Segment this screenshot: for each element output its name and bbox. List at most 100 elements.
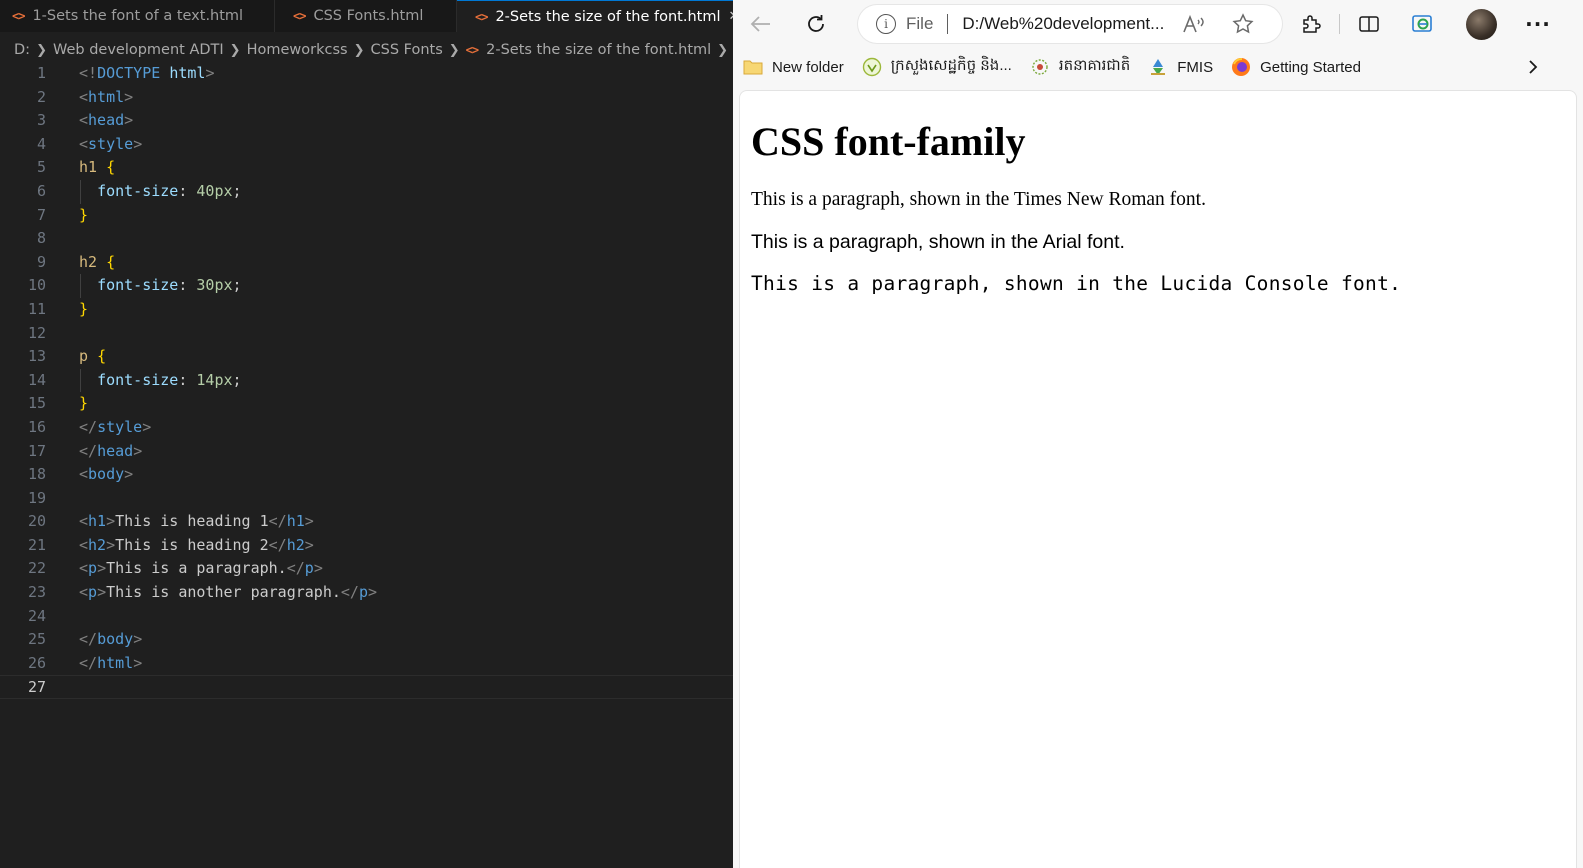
favorite-new-folder[interactable]: New folder — [743, 57, 844, 77]
code-token: ; — [232, 276, 242, 295]
address-url[interactable]: D:/Web%20development... — [962, 14, 1164, 34]
more-menu-button[interactable]: ··· — [1523, 10, 1553, 38]
breadcrumb-item[interactable]: Homeworkcss — [247, 42, 348, 58]
code-token: > — [368, 583, 378, 602]
code-line[interactable]: 17 </head> — [0, 440, 733, 464]
code-area[interactable]: 1 <!DOCTYPE html> 2 <html> 3 <head> 4 <style> 5 h… — [0, 62, 733, 700]
favorite-label: រតនាគារជាតិ — [1058, 57, 1131, 74]
code-token: } — [79, 394, 89, 413]
favorite-ministry[interactable]: ក្រសួងសេដ្ឋកិច្ច និង... — [862, 56, 1012, 78]
code-token: <! — [79, 64, 98, 82]
tab-sets-font-of-text[interactable]: <> 1-Sets the font of a text.html — [0, 0, 275, 32]
address-bar[interactable]: i File D:/Web%20development... — [858, 5, 1282, 43]
toolbar-divider — [1339, 14, 1340, 34]
code-line[interactable]: 8 — [0, 227, 733, 251]
code-line[interactable]: 10 font-size: 30px; — [0, 274, 733, 298]
code-text: h1 { — [79, 156, 115, 180]
favorite-treasury[interactable]: រតនាគារជាតិ — [1030, 56, 1130, 78]
code-token: { — [106, 252, 116, 271]
extensions-button[interactable] — [1296, 10, 1326, 38]
tab-sets-size-of-font[interactable]: <> 2-Sets the size of the font.html ✕ — [457, 0, 733, 32]
code-line[interactable]: 14 font-size: 14px; — [0, 368, 733, 393]
page-heading: CSS font-family — [751, 119, 1026, 164]
code-line[interactable]: 27 — [0, 675, 733, 700]
code-line[interactable]: 26 </html> — [0, 652, 733, 676]
fmis-logo-icon — [1148, 57, 1168, 77]
info-icon[interactable]: i — [876, 14, 896, 34]
split-screen-button[interactable] — [1354, 10, 1384, 38]
address-divider — [947, 14, 949, 34]
code-line[interactable]: 25 </body> — [0, 628, 733, 652]
code-token: : — [178, 181, 197, 200]
code-token: } — [79, 205, 89, 224]
code-line[interactable]: 18 <body> — [0, 463, 733, 487]
breadcrumb-item[interactable]: 2-Sets the size of the font.html — [486, 42, 711, 58]
favorite-button[interactable] — [1228, 10, 1258, 38]
code-text: } — [79, 204, 88, 228]
code-token: </ — [79, 653, 98, 672]
code-line[interactable]: 4 <style> — [0, 133, 733, 157]
refresh-button[interactable] — [801, 10, 831, 38]
favorites-overflow-button[interactable] — [1523, 57, 1543, 77]
code-text: } — [79, 392, 88, 416]
line-number: 3 — [36, 111, 46, 130]
code-token: </ — [340, 583, 359, 602]
code-token: > — [205, 64, 215, 82]
code-token: p — [79, 347, 89, 366]
code-token: > — [133, 441, 143, 460]
code-token: > — [124, 111, 134, 130]
code-token: { — [97, 347, 107, 366]
code-line[interactable]: 2 <html> — [0, 86, 733, 110]
code-token: This is heading 2 — [115, 535, 269, 554]
ellipsis-icon: ··· — [1525, 12, 1551, 36]
code-token: < — [79, 111, 89, 130]
code-line[interactable]: 24 — [0, 605, 733, 629]
code-text: h2 { — [79, 251, 115, 275]
code-line[interactable]: 3 <head> — [0, 109, 733, 133]
code-line[interactable]: 9 h2 { — [0, 251, 733, 275]
code-line[interactable]: 6 font-size: 40px; — [0, 179, 733, 204]
line-number: 16 — [27, 417, 46, 436]
collections-button[interactable] — [1408, 10, 1438, 38]
back-button[interactable] — [746, 10, 776, 38]
code-line[interactable]: 5 h1 { — [0, 156, 733, 180]
read-aloud-button[interactable] — [1179, 10, 1209, 38]
code-line[interactable]: 19 — [0, 487, 733, 511]
code-token: style — [88, 134, 134, 153]
code-line[interactable]: 12 — [0, 322, 733, 346]
tab-label: 1-Sets the font of a text.html — [32, 8, 244, 24]
code-token: style — [97, 417, 143, 436]
breadcrumb-item[interactable]: Web development ADTI — [53, 42, 224, 58]
favorite-getting-started[interactable]: Getting Started — [1231, 57, 1361, 77]
code-token: This is a paragraph. — [106, 559, 287, 578]
chevron-right-icon — [1529, 60, 1538, 74]
html-file-icon: <> — [475, 9, 488, 24]
code-line[interactable]: 20 <h1>This is heading 1</h1> — [0, 510, 733, 534]
code-line[interactable]: 16 </style> — [0, 416, 733, 440]
code-line[interactable]: 1 <!DOCTYPE html> — [0, 62, 733, 86]
paragraph-times: This is a paragraph, shown in the Times … — [751, 189, 1206, 210]
code-line[interactable]: 21 <h2>This is heading 2</h2> — [0, 534, 733, 558]
profile-avatar[interactable] — [1466, 9, 1497, 40]
breadcrumb-item[interactable]: CSS Fonts — [370, 42, 442, 58]
tab-css-fonts[interactable]: <> CSS Fonts.html — [275, 0, 457, 32]
code-token: < — [79, 134, 89, 153]
code-editor: <> 1-Sets the font of a text.html <> CSS… — [0, 0, 733, 868]
line-number: 6 — [36, 181, 46, 200]
code-line[interactable]: 15} — [0, 392, 733, 416]
code-line[interactable]: 11} — [0, 298, 733, 322]
code-line[interactable]: 7} — [0, 204, 733, 228]
code-line[interactable]: 23 <p>This is another paragraph.</p> — [0, 581, 733, 605]
breadcrumb-item[interactable]: D: — [14, 42, 30, 58]
line-number: 1 — [36, 64, 46, 82]
favorite-fmis[interactable]: FMIS — [1148, 57, 1213, 77]
code-line[interactable]: 22 <p>This is a paragraph.</p> — [0, 557, 733, 581]
code-text: </html> — [79, 652, 142, 676]
code-token: p — [304, 559, 314, 578]
code-line[interactable]: 13 p { — [0, 345, 733, 369]
line-number: 10 — [27, 276, 46, 295]
